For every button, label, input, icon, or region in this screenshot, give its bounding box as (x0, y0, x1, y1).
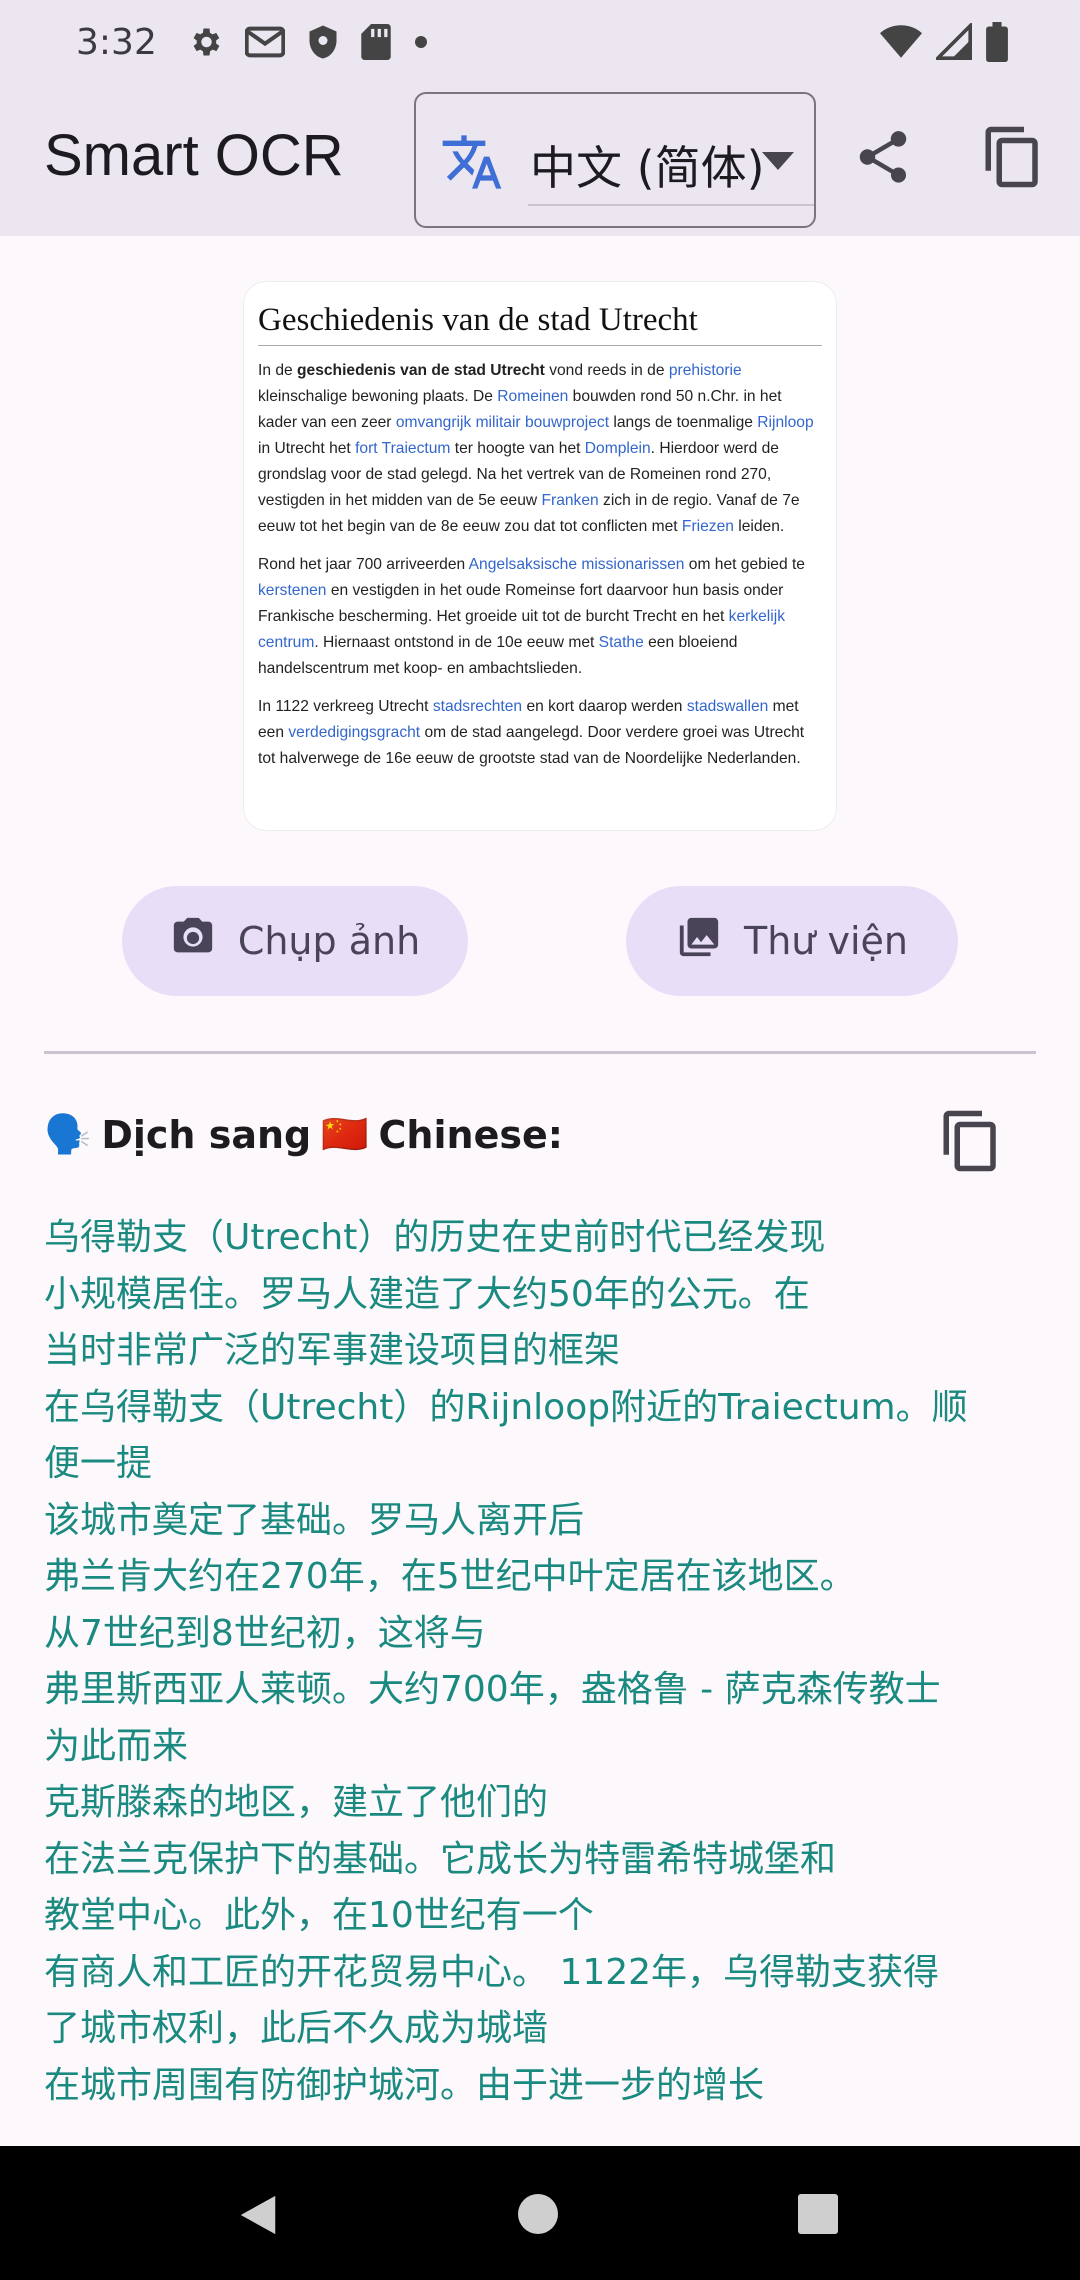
dot-icon (413, 34, 429, 50)
translated-line: 在乌得勒支（Utrecht）的Rijnloop附近的Traiectum。顺 (44, 1386, 968, 1428)
china-flag-emoji: 🇨🇳 (321, 1112, 369, 1156)
sd-card-icon (361, 24, 391, 60)
source-link: Friezen (681, 518, 734, 535)
source-link: fort Traiectum (355, 440, 451, 457)
source-image: Geschiedenis van de stad Utrecht In de g… (244, 282, 836, 830)
source-link: stadsrechten (432, 698, 523, 715)
translated-line: 便一提 (44, 1443, 153, 1484)
translated-line: 从7世纪到8世纪初，这将与 (44, 1612, 486, 1654)
source-link: prehistorie (668, 362, 742, 379)
translated-line: 弗里斯西亚人莱顿。大约700年，盎格鲁 - 萨克森传教士 (44, 1669, 941, 1710)
source-link: stadswallen (686, 698, 769, 715)
language-value: 中文 (简体) (530, 141, 765, 195)
app-title: Smart OCR (44, 123, 344, 188)
source-link: Stathe (598, 634, 644, 651)
translated-line: 为此而来 (44, 1725, 189, 1767)
source-paragraph: In de geschiedenis van de stad Utrecht v… (258, 358, 822, 540)
source-body: In de geschiedenis van de stad Utrecht v… (254, 358, 826, 772)
translated-line: 小规模居住。罗马人建造了大约50年的公元。在 (44, 1273, 810, 1315)
source-link: Domplein (584, 440, 651, 457)
source-text: ter hoogte van het (450, 440, 585, 457)
gmail-icon (244, 24, 285, 60)
source-link: Franken (541, 492, 599, 509)
translated-line: 在法兰克保护下的基础。它成长为特雷希特城堡和 (44, 1838, 837, 1880)
result-header-language: Chinese: (378, 1112, 563, 1157)
signal-icon (933, 21, 972, 70)
source-link: verdedigingsgracht (288, 724, 421, 741)
source-text: vond reeds in de (544, 362, 669, 379)
source-link: Rijnloop (757, 414, 814, 431)
gallery-label: Thư viện (744, 919, 908, 963)
translated-line: 了城市权利，此后不久成为城墙 (44, 2008, 549, 2049)
source-text: geschiedenis van de stad Utrecht (297, 362, 545, 379)
source-text: In de (258, 362, 298, 379)
translated-line: 乌得勒支（Utrecht）的历史在史前时代已经发现 (44, 1217, 826, 1258)
take-photo-label: Chụp ảnh (237, 919, 421, 963)
divider (44, 1051, 1036, 1054)
source-text: om het gebied te (684, 556, 805, 573)
source-text: leiden. (733, 518, 785, 535)
camera-icon (170, 914, 216, 969)
speaking-head-emoji: 🗣️ (44, 1112, 92, 1156)
source-heading: Geschiedenis van de stad Utrecht (258, 302, 822, 346)
source-link: omvangrijk militair bouwproject (395, 414, 610, 431)
status-time: 3:32 (76, 21, 157, 63)
gallery-icon (676, 914, 722, 969)
recents-icon[interactable] (798, 2194, 838, 2234)
translated-text: 乌得勒支（Utrecht）的历史在史前时代已经发现 小规模居住。罗马人建造了大约5… (44, 1210, 1044, 2114)
status-bar: 3:32 (0, 0, 1080, 84)
language-select[interactable]: 中文 (简体) (414, 92, 816, 228)
app-bar: Smart OCR 中文 (简体) (0, 84, 1080, 236)
take-photo-button[interactable]: Chụp ảnh (122, 886, 468, 996)
source-text: In 1122 verkreeg Utrecht (258, 698, 433, 715)
home-icon[interactable] (518, 2194, 558, 2234)
translated-line: 当时非常广泛的军事建设项目的框架 (44, 1330, 621, 1371)
copy-icon[interactable] (980, 124, 1046, 195)
back-icon[interactable] (236, 2192, 280, 2243)
gallery-button[interactable]: Thư viện (626, 886, 958, 996)
source-paragraph: Rond het jaar 700 arriveerden Angelsaksi… (258, 552, 822, 682)
battery-icon (986, 22, 1008, 71)
source-link: Romeinen (497, 388, 569, 405)
translated-line: 该城市奠定了基础。罗马人离开后 (44, 1499, 585, 1541)
translated-line: 克斯滕森的地区，建立了他们的 (44, 1782, 549, 1823)
source-text: kleinschalige bewoning plaats. De (258, 388, 498, 405)
gear-icon (187, 24, 223, 60)
translated-line: 教堂中心。此外，在10世纪有一个 (44, 1895, 594, 1936)
copy-result-icon[interactable] (938, 1108, 1004, 1179)
select-underline (528, 204, 814, 206)
result-header: 🗣️ Dịch sang 🇨🇳 Chinese: (44, 1112, 563, 1157)
translated-line: 在城市周围有防御护城河。由于进一步的增长 (44, 2064, 765, 2106)
source-link: kerstenen (258, 582, 327, 599)
source-text: in Utrecht het (258, 440, 356, 457)
source-text: langs de toenmalige (609, 414, 758, 431)
source-paragraph: In 1122 verkreeg Utrecht stadsrechten en… (258, 694, 822, 772)
share-icon[interactable] (852, 126, 914, 193)
navigation-bar (0, 2146, 1080, 2280)
wifi-icon (880, 23, 922, 70)
shield-icon (307, 24, 339, 60)
source-text: Rond het jaar 700 arriveerden (258, 556, 469, 573)
result-header-prefix: Dịch sang (101, 1112, 312, 1157)
source-text: en kort daarop werden (522, 698, 687, 715)
translate-icon (440, 130, 504, 199)
source-link: Angelsaksische missionarissen (468, 556, 685, 573)
source-text: . Hiernaast ontstond in de 10e eeuw met (314, 634, 599, 651)
dropdown-caret-icon (762, 152, 794, 175)
translated-line: 弗兰肯大约在270年，在5世纪中叶定居在该地区。 (44, 1556, 856, 1597)
translated-line: 有商人和工匠的开花贸易中心。 1122年，乌得勒支获得 (44, 1951, 940, 1993)
source-text: en vestigden in het oude Romeinse fort d… (258, 582, 784, 625)
